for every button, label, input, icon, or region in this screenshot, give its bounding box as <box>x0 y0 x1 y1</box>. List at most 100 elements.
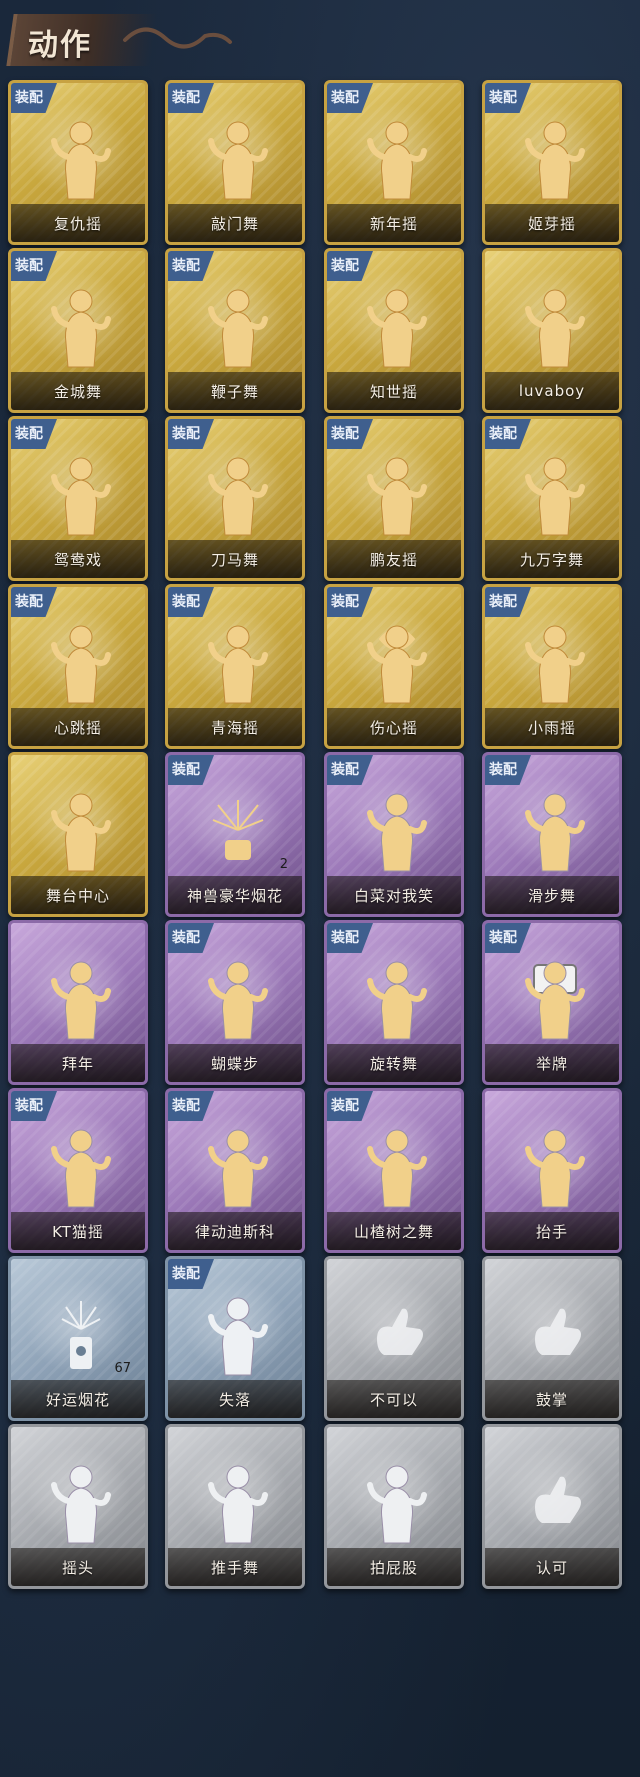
card-label-bar: 青海摇 <box>168 708 302 746</box>
action-card[interactable]: 装配旋转舞 <box>324 920 464 1085</box>
action-card[interactable]: 装配 KT猫摇 <box>8 1088 148 1253</box>
equipped-badge-label: 装配 <box>172 426 200 442</box>
item-count: 67 <box>114 1361 131 1376</box>
action-card[interactable]: 认可 <box>482 1424 622 1589</box>
card-label: 举牌 <box>535 1054 568 1073</box>
card-label-bar: 拍屁股 <box>327 1548 461 1586</box>
card-label: 姬芽摇 <box>527 214 576 233</box>
card-label: 摇头 <box>61 1558 94 1577</box>
equipped-badge-label: 装配 <box>172 1266 200 1282</box>
action-card[interactable]: 装配 鹏友摇 <box>324 416 464 581</box>
action-card[interactable]: 装配 金城舞 <box>8 248 148 413</box>
action-card[interactable]: 抬手 <box>482 1088 622 1253</box>
action-card[interactable]: 装配 敲门舞 <box>165 80 305 245</box>
card-label: 蝴蝶步 <box>210 1054 259 1073</box>
card-label: 山楂树之舞 <box>353 1222 434 1241</box>
card-label-bar: 举牌 <box>485 1044 619 1082</box>
action-card[interactable]: 67 好运烟花 <box>8 1256 148 1421</box>
action-card[interactable]: 装配 九万字舞 <box>482 416 622 581</box>
action-card[interactable]: 推手舞 <box>165 1424 305 1589</box>
card-label-bar: 新年摇 <box>327 204 461 242</box>
card-label: 不可以 <box>369 1390 418 1409</box>
push-hands-icon <box>203 1457 273 1547</box>
action-card[interactable]: luvaboy <box>482 248 622 413</box>
action-card[interactable]: 拜年 <box>8 920 148 1085</box>
card-label: 鞭子舞 <box>210 382 259 401</box>
equipped-badge-label: 装配 <box>172 1098 200 1114</box>
card-label-bar: 九万字舞 <box>485 540 619 578</box>
card-label-bar: 律动迪斯科 <box>168 1212 302 1250</box>
action-card[interactable]: 拍屁股 <box>324 1424 464 1589</box>
action-card[interactable]: 装配 姬芽摇 <box>482 80 622 245</box>
action-card[interactable]: 2 装配 神兽豪华烟花 <box>165 752 305 917</box>
dance-figure-icon <box>203 281 273 371</box>
card-label-bar: KT猫摇 <box>11 1212 145 1250</box>
card-label-bar: 失落 <box>168 1380 302 1418</box>
dance-figure-icon <box>520 449 590 539</box>
action-card[interactable]: 鼓掌 <box>482 1256 622 1421</box>
card-label: KT猫摇 <box>52 1222 104 1241</box>
card-label-bar: 姬芽摇 <box>485 204 619 242</box>
equipped-badge-label: 装配 <box>331 258 359 274</box>
card-label: 敲门舞 <box>210 214 259 233</box>
card-label: 复仇摇 <box>53 214 102 233</box>
action-card[interactable]: 装配 刀马舞 <box>165 416 305 581</box>
dance-figure-icon <box>362 449 432 539</box>
card-label-bar: 蝴蝶步 <box>168 1044 302 1082</box>
card-label-bar: 拜年 <box>11 1044 145 1082</box>
card-label: luvaboy <box>518 382 586 400</box>
action-card[interactable]: 摇头 <box>8 1424 148 1589</box>
equipped-badge-label: 装配 <box>15 594 43 610</box>
card-label-bar: 心跳摇 <box>11 708 145 746</box>
action-card[interactable]: 装配 伤心摇 <box>324 584 464 749</box>
action-card[interactable]: 装配 蝴蝶步 <box>165 920 305 1085</box>
finger-wag-icon <box>362 1289 432 1379</box>
card-label-bar: 鞭子舞 <box>168 372 302 410</box>
action-card[interactable]: 装配 鸳鸯戏 <box>8 416 148 581</box>
card-label: 滑步舞 <box>527 886 576 905</box>
action-card[interactable]: 装配 青海摇 <box>165 584 305 749</box>
equipped-badge-label: 装配 <box>489 762 517 778</box>
action-card[interactable]: 装配新年摇 <box>324 80 464 245</box>
clap-hands-icon <box>520 1289 590 1379</box>
equipped-badge-label: 装配 <box>489 594 517 610</box>
card-label-bar: 推手舞 <box>168 1548 302 1586</box>
heart-hands-icon <box>362 617 432 707</box>
dance-figure-icon <box>520 113 590 203</box>
card-label: 认可 <box>535 1558 568 1577</box>
action-card[interactable]: 不可以 <box>324 1256 464 1421</box>
action-card[interactable]: 装配复仇摇 <box>8 80 148 245</box>
equipped-badge-label: 装配 <box>15 90 43 106</box>
action-card[interactable]: 舞台中心 <box>8 752 148 917</box>
dance-figure-icon <box>362 113 432 203</box>
equipped-badge-label: 装配 <box>331 930 359 946</box>
card-label-bar: 抬手 <box>485 1212 619 1250</box>
action-card[interactable]: 装配 山楂树之舞 <box>324 1088 464 1253</box>
cloud-swirl-icon <box>123 27 232 49</box>
card-label: 律动迪斯科 <box>194 1222 275 1241</box>
action-card[interactable]: 装配心跳摇 <box>8 584 148 749</box>
action-card[interactable]: 装配失落 <box>165 1256 305 1421</box>
dance-figure-icon <box>203 617 273 707</box>
action-card[interactable]: 装配 举牌 <box>482 920 622 1085</box>
card-label-bar: 不可以 <box>327 1380 461 1418</box>
item-count: 2 <box>279 857 288 872</box>
action-card[interactable]: 装配白菜对我笑 <box>324 752 464 917</box>
card-label-bar: 旋转舞 <box>327 1044 461 1082</box>
equipped-badge-label: 装配 <box>331 90 359 106</box>
card-label: 青海摇 <box>210 718 259 737</box>
card-label-bar: 白菜对我笑 <box>327 876 461 914</box>
action-card[interactable]: 装配知世摇 <box>324 248 464 413</box>
raise-hand-icon <box>520 1121 590 1211</box>
action-card[interactable]: 装配 鞭子舞 <box>165 248 305 413</box>
equipped-badge-label: 装配 <box>331 762 359 778</box>
card-label: 失落 <box>218 1390 251 1409</box>
card-label-bar: 认可 <box>485 1548 619 1586</box>
dance-figure-icon <box>362 1121 432 1211</box>
sign-figure-icon <box>520 953 590 1043</box>
action-card[interactable]: 装配 小雨摇 <box>482 584 622 749</box>
card-label: 知世摇 <box>369 382 418 401</box>
dance-figure-icon <box>203 449 273 539</box>
action-card[interactable]: 装配律动迪斯科 <box>165 1088 305 1253</box>
action-card[interactable]: 装配滑步舞 <box>482 752 622 917</box>
